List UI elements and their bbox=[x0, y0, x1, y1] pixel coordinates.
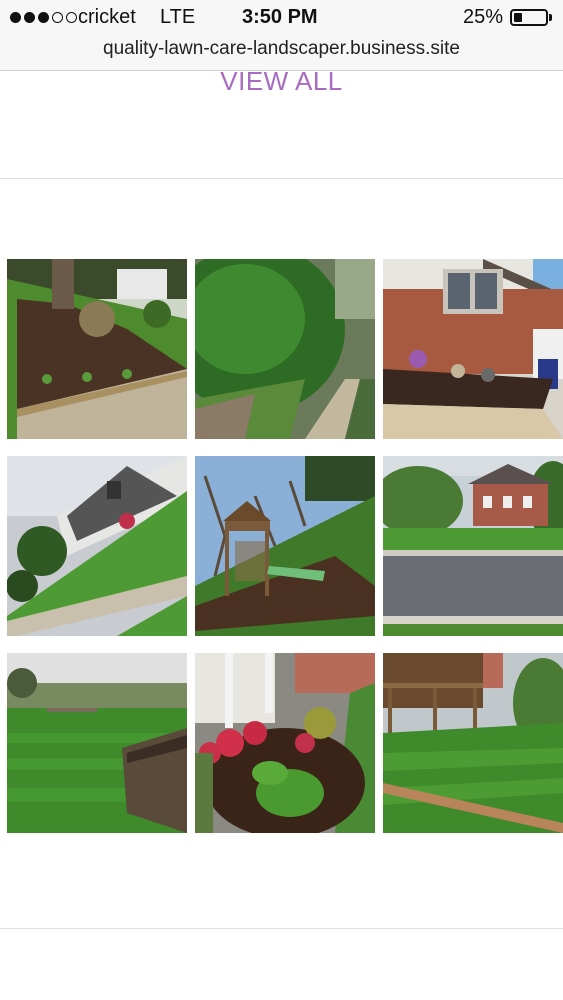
status-bar: cricket LTE 3:50 PM 25% bbox=[0, 0, 563, 36]
mulch-bed-photo bbox=[7, 259, 187, 439]
gallery-photo-7[interactable] bbox=[7, 653, 187, 833]
section-divider bbox=[0, 178, 563, 179]
house-with-mulch-photo bbox=[383, 259, 563, 439]
clock: 3:50 PM bbox=[242, 6, 318, 28]
gallery-photo-8[interactable] bbox=[195, 653, 375, 833]
battery-tip-icon bbox=[549, 14, 552, 21]
url-text[interactable]: quality-lawn-care-landscaper.business.si… bbox=[103, 38, 460, 59]
gallery-photo-2[interactable] bbox=[195, 259, 375, 439]
lawn-and-deck-photo bbox=[383, 653, 563, 833]
network-type: LTE bbox=[160, 6, 196, 28]
battery-level-fill bbox=[514, 13, 522, 22]
view-all-link[interactable]: VIEW ALL bbox=[0, 66, 563, 97]
battery-icon bbox=[510, 9, 548, 26]
gallery-photo-3[interactable] bbox=[383, 259, 563, 439]
playset-photo bbox=[195, 456, 375, 636]
flower-bed-porch-photo bbox=[195, 653, 375, 833]
carrier-name: cricket bbox=[78, 6, 136, 28]
gallery-photo-6[interactable] bbox=[383, 456, 563, 636]
battery-percentage: 25% bbox=[463, 6, 504, 28]
signal-strength-icon bbox=[10, 12, 77, 23]
section-divider-bottom bbox=[0, 928, 563, 929]
gallery-photo-1[interactable] bbox=[7, 259, 187, 439]
striped-lawn-fence-photo bbox=[7, 653, 187, 833]
brick-colonial-photo bbox=[383, 456, 563, 636]
hedge-photo bbox=[195, 259, 375, 439]
sloped-lawn-photo bbox=[7, 456, 187, 636]
gallery-photo-9[interactable] bbox=[383, 653, 563, 833]
gallery-photo-4[interactable] bbox=[7, 456, 187, 636]
gallery-photo-5[interactable] bbox=[195, 456, 375, 636]
